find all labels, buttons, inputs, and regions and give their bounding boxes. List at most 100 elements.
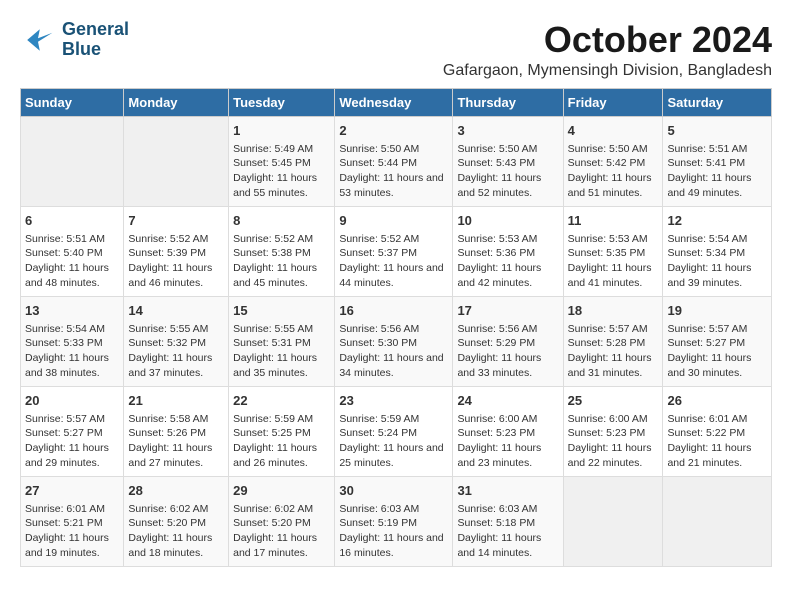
day-info: Sunrise: 5:56 AMSunset: 5:30 PMDaylight:…	[339, 322, 448, 381]
calendar-cell: 5 Sunrise: 5:51 AMSunset: 5:41 PMDaylight…	[663, 116, 772, 206]
calendar-week-row: 1 Sunrise: 5:49 AMSunset: 5:45 PMDaylight…	[21, 116, 772, 206]
day-number: 17	[457, 302, 558, 320]
day-number: 24	[457, 392, 558, 410]
calendar-cell: 7 Sunrise: 5:52 AMSunset: 5:39 PMDaylight…	[124, 206, 229, 296]
day-number: 12	[667, 212, 767, 230]
calendar-cell: 26 Sunrise: 6:01 AMSunset: 5:22 PMDayligh…	[663, 386, 772, 476]
calendar-cell: 25Sunrise: 6:00 AMSunset: 5:23 PMDayligh…	[563, 386, 663, 476]
day-number: 21	[128, 392, 224, 410]
calendar-cell: 30 Sunrise: 6:03 AMSunset: 5:19 PMDayligh…	[335, 476, 453, 566]
main-title: October 2024	[443, 20, 772, 60]
calendar-week-row: 20Sunrise: 5:57 AMSunset: 5:27 PMDayligh…	[21, 386, 772, 476]
calendar-cell: 6 Sunrise: 5:51 AMSunset: 5:40 PMDaylight…	[21, 206, 124, 296]
day-number: 29	[233, 482, 330, 500]
day-info: Sunrise: 5:50 AMSunset: 5:44 PMDaylight:…	[339, 142, 448, 201]
calendar-cell: 2 Sunrise: 5:50 AMSunset: 5:44 PMDaylight…	[335, 116, 453, 206]
calendar-week-row: 27 Sunrise: 6:01 AMSunset: 5:21 PMDayligh…	[21, 476, 772, 566]
day-number: 3	[457, 122, 558, 140]
calendar-cell: 3 Sunrise: 5:50 AMSunset: 5:43 PMDaylight…	[453, 116, 563, 206]
day-number: 26	[667, 392, 767, 410]
logo-text: General Blue	[62, 20, 129, 60]
weekday-header: Friday	[563, 88, 663, 116]
day-info: Sunrise: 5:51 AMSunset: 5:40 PMDaylight:…	[25, 232, 119, 291]
calendar-cell: 13Sunrise: 5:54 AMSunset: 5:33 PMDayligh…	[21, 296, 124, 386]
calendar-cell: 16Sunrise: 5:56 AMSunset: 5:30 PMDayligh…	[335, 296, 453, 386]
page-header: General Blue October 2024 Gafargaon, Mym…	[20, 20, 772, 80]
day-number: 31	[457, 482, 558, 500]
day-number: 7	[128, 212, 224, 230]
day-number: 23	[339, 392, 448, 410]
day-number: 1	[233, 122, 330, 140]
day-info: Sunrise: 5:57 AMSunset: 5:27 PMDaylight:…	[667, 322, 767, 381]
calendar-cell: 11 Sunrise: 5:53 AMSunset: 5:35 PMDayligh…	[563, 206, 663, 296]
day-info: Sunrise: 5:57 AMSunset: 5:28 PMDaylight:…	[568, 322, 659, 381]
day-info: Sunrise: 6:01 AMSunset: 5:22 PMDaylight:…	[667, 412, 767, 471]
calendar-cell: 4 Sunrise: 5:50 AMSunset: 5:42 PMDaylight…	[563, 116, 663, 206]
day-number: 22	[233, 392, 330, 410]
day-number: 10	[457, 212, 558, 230]
calendar-cell: 8Sunrise: 5:52 AMSunset: 5:38 PMDaylight…	[229, 206, 335, 296]
day-number: 11	[568, 212, 659, 230]
calendar-cell: 22 Sunrise: 5:59 AMSunset: 5:25 PMDayligh…	[229, 386, 335, 476]
day-info: Sunrise: 5:51 AMSunset: 5:41 PMDaylight:…	[667, 142, 767, 201]
day-number: 27	[25, 482, 119, 500]
calendar-cell: 1 Sunrise: 5:49 AMSunset: 5:45 PMDaylight…	[229, 116, 335, 206]
calendar-week-row: 13Sunrise: 5:54 AMSunset: 5:33 PMDayligh…	[21, 296, 772, 386]
calendar-cell: 10 Sunrise: 5:53 AMSunset: 5:36 PMDayligh…	[453, 206, 563, 296]
day-number: 30	[339, 482, 448, 500]
day-info: Sunrise: 5:56 AMSunset: 5:29 PMDaylight:…	[457, 322, 558, 381]
day-number: 20	[25, 392, 119, 410]
day-info: Sunrise: 5:50 AMSunset: 5:43 PMDaylight:…	[457, 142, 558, 201]
day-number: 5	[667, 122, 767, 140]
day-info: Sunrise: 6:02 AMSunset: 5:20 PMDaylight:…	[128, 502, 224, 561]
calendar-cell: 18Sunrise: 5:57 AMSunset: 5:28 PMDayligh…	[563, 296, 663, 386]
day-info: Sunrise: 5:53 AMSunset: 5:36 PMDaylight:…	[457, 232, 558, 291]
logo: General Blue	[20, 20, 129, 60]
day-info: Sunrise: 5:52 AMSunset: 5:39 PMDaylight:…	[128, 232, 224, 291]
day-number: 2	[339, 122, 448, 140]
weekday-header: Thursday	[453, 88, 563, 116]
calendar-cell: 24 Sunrise: 6:00 AMSunset: 5:23 PMDayligh…	[453, 386, 563, 476]
day-number: 4	[568, 122, 659, 140]
weekday-header: Sunday	[21, 88, 124, 116]
day-number: 9	[339, 212, 448, 230]
day-number: 6	[25, 212, 119, 230]
calendar-cell: 15 Sunrise: 5:55 AMSunset: 5:31 PMDayligh…	[229, 296, 335, 386]
day-info: Sunrise: 5:59 AMSunset: 5:25 PMDaylight:…	[233, 412, 330, 471]
calendar-cell	[124, 116, 229, 206]
calendar-cell: 19 Sunrise: 5:57 AMSunset: 5:27 PMDayligh…	[663, 296, 772, 386]
calendar-cell: 14Sunrise: 5:55 AMSunset: 5:32 PMDayligh…	[124, 296, 229, 386]
day-info: Sunrise: 6:00 AMSunset: 5:23 PMDaylight:…	[457, 412, 558, 471]
day-info: Sunrise: 5:49 AMSunset: 5:45 PMDaylight:…	[233, 142, 330, 201]
weekday-header: Monday	[124, 88, 229, 116]
calendar-cell: 21 Sunrise: 5:58 AMSunset: 5:26 PMDayligh…	[124, 386, 229, 476]
day-info: Sunrise: 5:53 AMSunset: 5:35 PMDaylight:…	[568, 232, 659, 291]
day-info: Sunrise: 5:59 AMSunset: 5:24 PMDaylight:…	[339, 412, 448, 471]
day-info: Sunrise: 5:55 AMSunset: 5:31 PMDaylight:…	[233, 322, 330, 381]
calendar-cell: 17 Sunrise: 5:56 AMSunset: 5:29 PMDayligh…	[453, 296, 563, 386]
calendar-table: SundayMondayTuesdayWednesdayThursdayFrid…	[20, 88, 772, 567]
day-info: Sunrise: 6:02 AMSunset: 5:20 PMDaylight:…	[233, 502, 330, 561]
subtitle: Gafargaon, Mymensingh Division, Banglade…	[443, 62, 772, 80]
day-info: Sunrise: 5:58 AMSunset: 5:26 PMDaylight:…	[128, 412, 224, 471]
calendar-cell: 23 Sunrise: 5:59 AMSunset: 5:24 PMDayligh…	[335, 386, 453, 476]
calendar-cell: 28Sunrise: 6:02 AMSunset: 5:20 PMDayligh…	[124, 476, 229, 566]
day-info: Sunrise: 6:00 AMSunset: 5:23 PMDaylight:…	[568, 412, 659, 471]
calendar-cell: 9 Sunrise: 5:52 AMSunset: 5:37 PMDaylight…	[335, 206, 453, 296]
calendar-cell: 31Sunrise: 6:03 AMSunset: 5:18 PMDayligh…	[453, 476, 563, 566]
day-number: 19	[667, 302, 767, 320]
logo-icon	[20, 22, 56, 58]
calendar-cell: 29 Sunrise: 6:02 AMSunset: 5:20 PMDayligh…	[229, 476, 335, 566]
day-info: Sunrise: 5:54 AMSunset: 5:34 PMDaylight:…	[667, 232, 767, 291]
calendar-cell: 12 Sunrise: 5:54 AMSunset: 5:34 PMDayligh…	[663, 206, 772, 296]
day-number: 15	[233, 302, 330, 320]
day-info: Sunrise: 6:01 AMSunset: 5:21 PMDaylight:…	[25, 502, 119, 561]
weekday-header: Wednesday	[335, 88, 453, 116]
day-number: 14	[128, 302, 224, 320]
calendar-week-row: 6 Sunrise: 5:51 AMSunset: 5:40 PMDaylight…	[21, 206, 772, 296]
day-info: Sunrise: 5:52 AMSunset: 5:37 PMDaylight:…	[339, 232, 448, 291]
day-info: Sunrise: 5:50 AMSunset: 5:42 PMDaylight:…	[568, 142, 659, 201]
calendar-cell: 27 Sunrise: 6:01 AMSunset: 5:21 PMDayligh…	[21, 476, 124, 566]
weekday-header: Saturday	[663, 88, 772, 116]
day-info: Sunrise: 6:03 AMSunset: 5:19 PMDaylight:…	[339, 502, 448, 561]
